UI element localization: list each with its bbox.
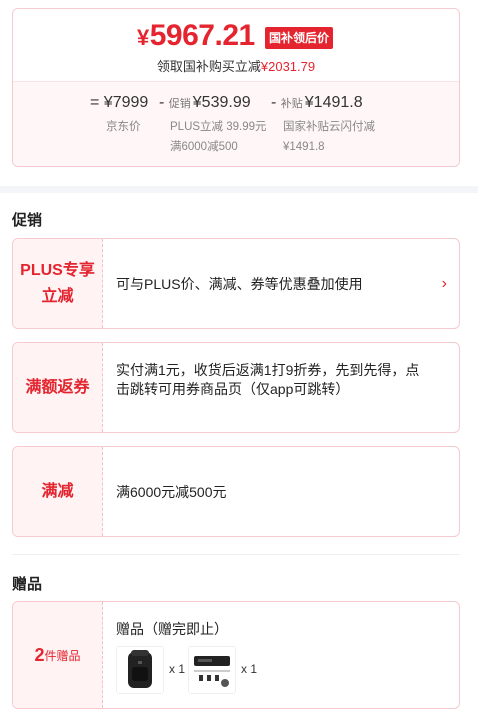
promo-label: 满减 xyxy=(13,447,103,536)
subsidy-deduction: - 补贴 ¥1491.8 xyxy=(271,94,363,111)
price-breakdown: = ¥7999 京东价 - 促销 ¥539.99 PLUS立减 39.99元 满6… xyxy=(13,81,459,166)
subsidy-price-tag: 国补领后价 xyxy=(265,27,334,49)
gift-item-kit[interactable] xyxy=(188,646,236,694)
gift-qty: x 1 xyxy=(169,662,186,676)
promotion-panel: 促销 PLUS专享 立减 可与PLUS价、满减、券等优惠叠加使用 › 满额返券 … xyxy=(0,193,478,719)
gift-qty: x 1 xyxy=(241,662,258,676)
gift-row[interactable]: 2 件赠品 赠品（赠完即止） x 1 x 1 xyxy=(12,601,460,709)
promo-note-1: PLUS立减 39.99元 xyxy=(170,121,267,133)
gift-item-backpack[interactable] xyxy=(116,646,164,694)
base-price-label: 京东价 xyxy=(106,121,141,133)
chevron-right-icon[interactable]: › xyxy=(442,275,447,293)
gift-count-label: 2 件赠品 xyxy=(13,602,103,708)
promo-label: 满额返券 xyxy=(13,343,103,432)
promo-row-discount[interactable]: 满减 满6000元减500元 xyxy=(12,446,460,537)
section-divider xyxy=(12,554,460,555)
promotions-title: 促销 xyxy=(12,212,43,229)
price-section: ¥5967.21 国补领后价 领取国补购买立减¥2031.79 = ¥7999 … xyxy=(0,0,478,186)
gift-heading: 赠品（赠完即止） xyxy=(116,621,228,637)
save-amount: ¥2031.79 xyxy=(260,59,316,74)
price-card[interactable]: ¥5967.21 国补领后价 领取国补购买立减¥2031.79 = ¥7999 … xyxy=(12,8,460,167)
promo-text: 实付满1元，收货后返满1打9折券，先到先得，点击跳转可用券商品页（仅app可跳转… xyxy=(116,362,420,397)
promo-text: 可与PLUS价、满减、券等优惠叠加使用 xyxy=(116,276,363,292)
promo-text: 满6000元减500元 xyxy=(116,484,227,500)
promo-deduction: - 促销 ¥539.99 xyxy=(159,94,251,111)
final-price: ¥5967.21 xyxy=(137,19,255,52)
base-price: = ¥7999 xyxy=(90,94,149,111)
promo-label: PLUS专享 立减 xyxy=(13,239,103,328)
gifts-title: 赠品 xyxy=(12,576,43,593)
device-kit-icon xyxy=(194,656,230,687)
subsidy-note-2: ¥1491.8 xyxy=(283,141,325,153)
backpack-icon xyxy=(128,650,152,688)
promo-row-coupon[interactable]: 满额返券 实付满1元，收货后返满1打9折券，先到先得，点击跳转可用券商品页（仅a… xyxy=(12,342,460,433)
save-line: 领取国补购买立减¥2031.79 xyxy=(156,59,316,74)
promo-note-2: 满6000减500 xyxy=(170,141,238,153)
price-header: ¥5967.21 国补领后价 领取国补购买立减¥2031.79 xyxy=(13,9,459,81)
promo-row-plus[interactable]: PLUS专享 立减 可与PLUS价、满减、券等优惠叠加使用 › xyxy=(12,238,460,329)
subsidy-note-1: 国家补贴云闪付减 xyxy=(283,121,375,133)
